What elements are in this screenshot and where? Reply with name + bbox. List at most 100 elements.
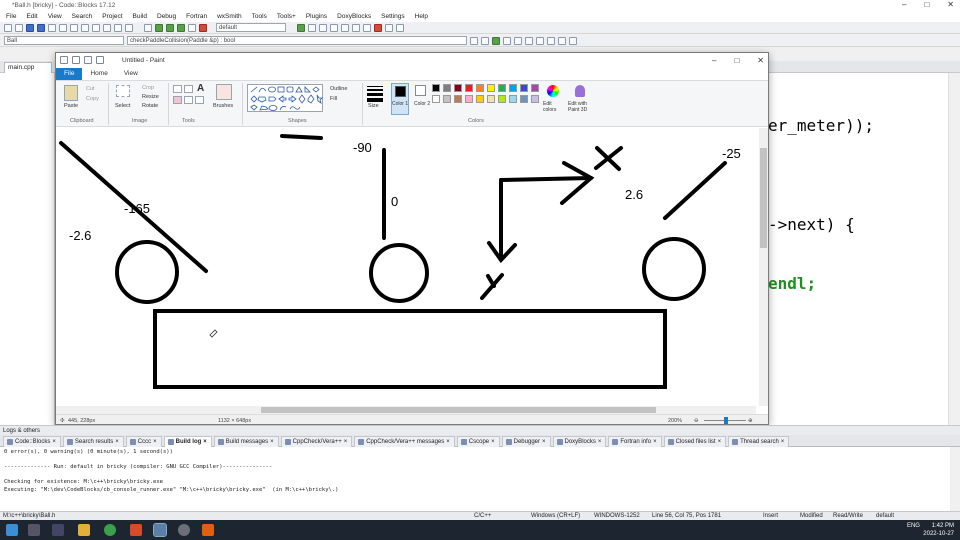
quick-redo-icon[interactable] xyxy=(96,56,104,64)
log-tab[interactable]: Debugger × xyxy=(501,436,551,448)
jump-back-icon[interactable] xyxy=(470,36,478,45)
menu-build[interactable]: Build xyxy=(133,13,147,20)
chrome-icon[interactable] xyxy=(104,524,116,536)
paint-vertical-scrollbar[interactable] xyxy=(759,128,768,406)
paste-button[interactable]: Paste xyxy=(64,103,78,109)
menu-search[interactable]: Search xyxy=(72,13,93,20)
function-combo[interactable]: checkPaddleCollision(Paddle &p) : bool xyxy=(127,36,467,45)
brushes-icon[interactable] xyxy=(216,84,232,100)
new-file-icon[interactable] xyxy=(4,23,12,32)
replace-icon[interactable] xyxy=(125,23,133,32)
palette-swatch[interactable] xyxy=(509,84,517,92)
close-icon[interactable]: × xyxy=(115,437,119,448)
color1-selector[interactable] xyxy=(391,83,409,115)
close-button[interactable]: ✕ xyxy=(947,0,954,9)
size-button[interactable]: Size xyxy=(368,103,379,109)
edit-colors-icon[interactable] xyxy=(547,85,559,97)
minimize-button[interactable]: – xyxy=(902,0,906,9)
build-target-combo[interactable]: default xyxy=(216,23,286,32)
close-icon[interactable]: × xyxy=(344,437,348,448)
prev-bookmark-icon[interactable] xyxy=(503,36,511,45)
palette-swatch[interactable] xyxy=(531,95,539,103)
color2-selector[interactable] xyxy=(415,85,426,96)
palette-swatch[interactable] xyxy=(520,95,528,103)
comment-icon[interactable] xyxy=(558,36,566,45)
color-picker-icon[interactable] xyxy=(184,96,193,104)
find-icon[interactable] xyxy=(114,23,122,32)
palette-swatch[interactable] xyxy=(531,84,539,92)
zoom-slider-thumb[interactable] xyxy=(724,417,728,424)
debug-windows-icon[interactable] xyxy=(385,23,393,32)
file-explorer-icon[interactable] xyxy=(78,524,90,536)
log-tab[interactable]: Build messages × xyxy=(213,436,279,447)
crop-button[interactable]: Crop xyxy=(142,85,154,91)
resize-button[interactable]: Resize xyxy=(142,94,159,100)
palette-swatch[interactable] xyxy=(509,95,517,103)
step-out-icon[interactable] xyxy=(341,23,349,32)
save-icon[interactable] xyxy=(26,23,34,32)
copy-button[interactable]: Copy xyxy=(86,96,99,102)
build-log-output[interactable]: 0 error(s), 0 warning(s) (0 minute(s), 1… xyxy=(0,447,950,511)
log-tab[interactable]: DoxyBlocks × xyxy=(552,436,607,447)
highlight-icon[interactable] xyxy=(547,36,555,45)
menu-edit[interactable]: Edit xyxy=(26,13,37,20)
log-tab[interactable]: Build log × xyxy=(163,436,212,447)
log-tab[interactable]: Code::Blocks × xyxy=(3,436,61,447)
menu-project[interactable]: Project xyxy=(102,13,122,20)
paint-canvas[interactable]: -2.6 -165 -90 0 2.6 -25 xyxy=(56,128,768,408)
log-tab[interactable]: Closed files list × xyxy=(663,436,727,448)
quick-undo-icon[interactable] xyxy=(84,56,92,64)
open-file-icon[interactable] xyxy=(15,23,23,32)
close-icon[interactable]: × xyxy=(491,437,495,448)
paint-minimize-button[interactable]: – xyxy=(712,53,716,68)
log-tab[interactable]: Search results × xyxy=(62,436,124,448)
palette-swatch[interactable] xyxy=(487,95,495,103)
paste-icon[interactable] xyxy=(64,85,78,101)
quick-save-icon[interactable] xyxy=(72,56,80,64)
outline-dropdown[interactable]: Outline xyxy=(330,86,347,92)
close-icon[interactable]: × xyxy=(542,437,546,448)
close-icon[interactable]: × xyxy=(781,437,785,448)
palette-swatch[interactable] xyxy=(465,84,473,92)
next-bookmark-icon[interactable] xyxy=(514,36,522,45)
menu-fortran[interactable]: Fortran xyxy=(186,13,207,20)
palette-swatch[interactable] xyxy=(476,95,484,103)
select-button[interactable]: Select xyxy=(115,103,130,109)
edit-with-paint3d-button[interactable]: Edit with Paint 3D xyxy=(568,101,598,113)
cut-icon[interactable] xyxy=(81,23,89,32)
start-icon[interactable] xyxy=(6,524,18,536)
menu-file[interactable]: File xyxy=(6,13,16,20)
close-icon[interactable]: × xyxy=(52,437,56,448)
editor-scrollbar[interactable] xyxy=(948,73,960,425)
palette-swatch[interactable] xyxy=(498,95,506,103)
menu-help[interactable]: Help xyxy=(415,13,428,20)
menu-wxsmith[interactable]: wxSmith xyxy=(217,13,242,20)
menu-settings[interactable]: Settings xyxy=(381,13,405,20)
paste-icon[interactable] xyxy=(103,23,111,32)
codeblocks-taskbar-icon[interactable] xyxy=(153,523,167,537)
task-view-icon[interactable] xyxy=(52,524,64,536)
match-case-icon[interactable] xyxy=(525,36,533,45)
maximize-button[interactable]: □ xyxy=(924,0,929,9)
redo-icon[interactable] xyxy=(70,23,78,32)
palette-swatch[interactable] xyxy=(487,84,495,92)
app-icon[interactable] xyxy=(178,524,190,536)
next-line-icon[interactable] xyxy=(319,23,327,32)
uncomment-icon[interactable] xyxy=(569,36,577,45)
paint-vertical-thumb[interactable] xyxy=(760,148,767,248)
palette-swatch[interactable] xyxy=(454,95,462,103)
close-icon[interactable]: × xyxy=(718,437,722,448)
info-icon[interactable] xyxy=(396,23,404,32)
menu-view[interactable]: View xyxy=(48,13,62,20)
tab-home[interactable]: Home xyxy=(82,68,115,80)
palette-swatch[interactable] xyxy=(465,95,473,103)
next-instruction-icon[interactable] xyxy=(352,23,360,32)
stop-debugger-icon[interactable] xyxy=(374,23,382,32)
select-icon[interactable] xyxy=(116,85,130,97)
cut-button[interactable]: Cut xyxy=(86,86,95,92)
search-icon[interactable] xyxy=(28,524,40,536)
regex-icon[interactable] xyxy=(536,36,544,45)
step-into-icon[interactable] xyxy=(330,23,338,32)
magnifier-icon[interactable] xyxy=(195,96,204,104)
build-icon[interactable] xyxy=(155,23,163,32)
